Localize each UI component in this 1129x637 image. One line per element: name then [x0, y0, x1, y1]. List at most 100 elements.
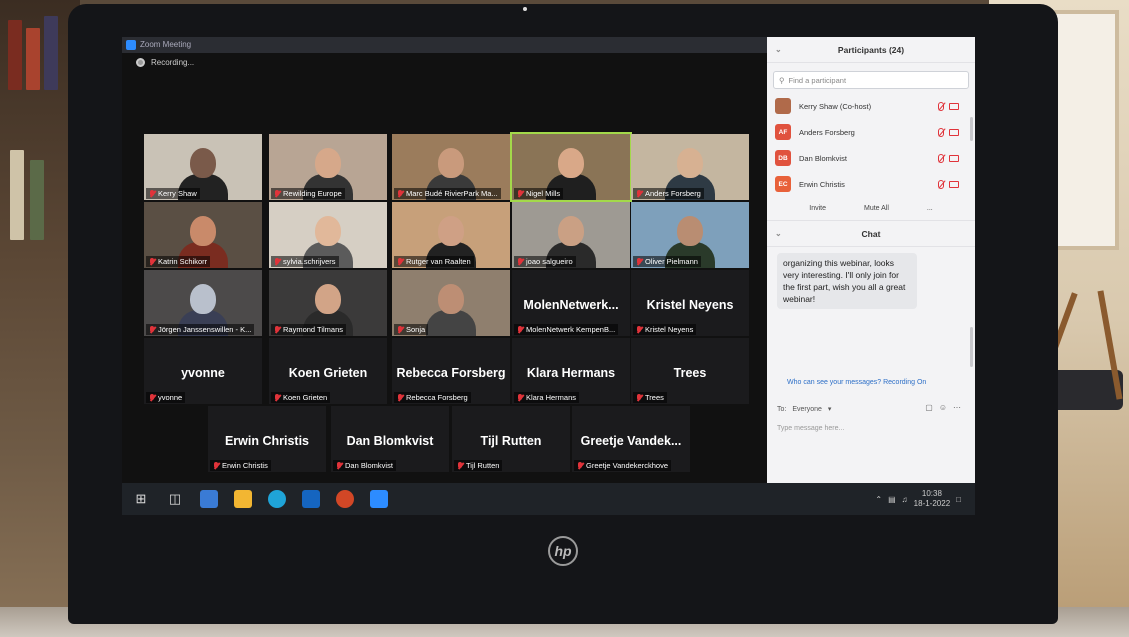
participant-video-tile[interactable]: Sonja	[392, 270, 510, 336]
search-icon: ⚲	[779, 75, 785, 85]
camera-off-icon[interactable]	[949, 154, 959, 162]
chevron-up-icon[interactable]: ⌃	[875, 495, 882, 504]
mic-muted-icon	[517, 325, 523, 334]
mic-muted-icon	[274, 393, 280, 402]
participant-row-name: Erwin Christis	[799, 179, 845, 189]
camera-off-icon[interactable]	[949, 102, 959, 110]
participant-video-tile[interactable]: Katrin Schikorr	[144, 202, 262, 268]
participant-row-name: Dan Blomkvist	[799, 153, 847, 163]
recording-indicator[interactable]: Recording...	[136, 58, 194, 67]
mic-muted-icon	[636, 325, 642, 334]
participant-name: Koen Grieten	[283, 393, 328, 402]
participant-display-name: Rebecca Forsberg	[396, 366, 506, 380]
powerpoint-icon[interactable]	[336, 490, 354, 508]
zoom-taskbar-icon[interactable]	[370, 490, 388, 508]
participant-name-tile[interactable]: Dan Blomkvist Dan Blomkvist	[331, 406, 449, 472]
mic-muted-icon[interactable]	[938, 101, 944, 111]
outlook-icon[interactable]	[302, 490, 320, 508]
participant-video-tile[interactable]: Nigel Mills	[510, 132, 632, 202]
participant-name: Marc Budé RivierPark Ma...	[406, 189, 498, 198]
person-head	[438, 216, 464, 246]
recording-label: Recording...	[151, 58, 195, 67]
participant-name: Rewilding Europe	[283, 189, 342, 198]
participant-name-tile[interactable]: yvonne yvonne	[144, 338, 262, 404]
participant-video-tile[interactable]: Anders Forsberg	[631, 134, 749, 200]
book	[8, 20, 22, 90]
participant-video-tile[interactable]: joao salgueiro	[512, 202, 630, 268]
participant-name: Sonja	[406, 325, 426, 334]
participant-name: yvonne	[158, 393, 183, 402]
mic-muted-icon	[149, 257, 155, 266]
chat-scrollbar[interactable]	[970, 327, 973, 367]
file-icon[interactable]: ▢	[925, 403, 933, 412]
participant-name-tile[interactable]: Erwin Christis Erwin Christis	[208, 406, 326, 472]
chat-header: ⌄ Chat	[767, 221, 975, 247]
edge-browser-icon[interactable]	[268, 490, 286, 508]
mic-muted-icon[interactable]	[938, 127, 944, 137]
participant-video-tile[interactable]: Rutger van Raalten	[392, 202, 510, 268]
participant-name: MolenNetwerk KempenB...	[526, 325, 616, 334]
clock[interactable]: 10:38 18-1-2022	[914, 489, 950, 509]
participant-status	[938, 179, 959, 189]
mute-all-button[interactable]: Mute All	[860, 203, 893, 214]
camera-off-icon[interactable]	[949, 180, 959, 188]
chat-input[interactable]: Type message here...	[777, 425, 844, 432]
invite-button[interactable]: Invite	[805, 203, 830, 214]
chevron-down-icon[interactable]: ▾	[828, 405, 832, 413]
file-explorer-icon[interactable]	[234, 490, 252, 508]
windows-start-icon[interactable]: ⊞	[132, 490, 150, 508]
network-icon[interactable]: ▤	[888, 495, 896, 504]
window-titlebar[interactable]: Zoom Meeting	[122, 37, 767, 53]
more-button[interactable]: ...	[923, 203, 937, 214]
participant-video-tile[interactable]: Oliver Pielmann	[631, 202, 749, 268]
search-placeholder: Find a participant	[788, 75, 847, 85]
person-head	[315, 284, 341, 314]
camera-off-icon[interactable]	[949, 128, 959, 136]
participants-scrollbar[interactable]	[970, 117, 973, 141]
participant-video-tile[interactable]: Kerry Shaw	[144, 134, 262, 200]
participant-name-tile[interactable]: Rebecca Forsberg Rebecca Forsberg	[392, 338, 510, 404]
participant-row[interactable]: EC Erwin Christis	[767, 171, 975, 197]
participant-name-label: Koen Grieten	[271, 392, 331, 403]
store-icon[interactable]	[200, 490, 218, 508]
more-icon[interactable]: ⋯	[953, 403, 961, 412]
person-head	[677, 216, 703, 246]
participant-search-input[interactable]: ⚲ Find a participant	[773, 71, 969, 89]
emoji-icon[interactable]: ☺	[939, 403, 947, 412]
mic-muted-icon[interactable]	[938, 153, 944, 163]
participant-name-tile[interactable]: Greetje Vandek... Greetje Vandekerckhove	[572, 406, 690, 472]
participant-name: Anders Forsberg	[645, 189, 701, 198]
participant-name-tile[interactable]: Tijl Rutten Tijl Rutten	[452, 406, 570, 472]
chevron-down-icon[interactable]: ⌄	[775, 229, 782, 238]
recipient-dropdown[interactable]: Everyone	[792, 406, 822, 413]
mic-muted-icon	[149, 189, 155, 198]
window-title: Zoom Meeting	[140, 40, 192, 49]
notifications-icon[interactable]: □	[956, 495, 961, 504]
chat-privacy-link[interactable]: Who can see your messages? Recording On	[787, 379, 926, 386]
participant-video-tile[interactable]: sylvia.schrijvers	[269, 202, 387, 268]
zoom-app-icon	[126, 40, 136, 50]
participant-row[interactable]: AF Anders Forsberg	[767, 119, 975, 145]
participant-name-tile[interactable]: MolenNetwerk... MolenNetwerk KempenB...	[512, 270, 630, 336]
participant-row[interactable]: DB Dan Blomkvist	[767, 145, 975, 171]
mic-muted-icon[interactable]	[938, 179, 944, 189]
volume-icon[interactable]: ♫	[902, 495, 908, 504]
participant-row[interactable]: Kerry Shaw (Co-host)	[767, 93, 975, 119]
participants-title: Participants (24)	[837, 44, 905, 55]
task-view-icon[interactable]: ◫	[166, 490, 184, 508]
participant-name-tile[interactable]: Kristel Neyens Kristel Neyens	[631, 270, 749, 336]
participant-name-tile[interactable]: Klara Hermans Klara Hermans	[512, 338, 630, 404]
chevron-down-icon[interactable]: ⌄	[775, 45, 782, 54]
participant-video-tile[interactable]: Raymond Tilmans	[269, 270, 387, 336]
participant-name: Trees	[645, 393, 664, 402]
participant-name-tile[interactable]: Koen Grieten Koen Grieten	[269, 338, 387, 404]
participant-video-tile[interactable]: Rewilding Europe	[269, 134, 387, 200]
participant-display-name: Erwin Christis	[224, 434, 310, 448]
participant-name-label: Oliver Pielmann	[633, 256, 701, 267]
participant-display-name: Dan Blomkvist	[346, 434, 434, 448]
participant-video-tile[interactable]: Marc Budé RivierPark Ma...	[392, 134, 510, 200]
participant-video-tile[interactable]: Jörgen Janssenswillen - K...	[144, 270, 262, 336]
participant-name-tile[interactable]: Trees Trees	[631, 338, 749, 404]
gallery-view: Kerry Shaw Rewilding Europe Marc Budé Ri…	[122, 53, 767, 483]
participant-name-label: Tijl Rutten	[454, 460, 503, 471]
